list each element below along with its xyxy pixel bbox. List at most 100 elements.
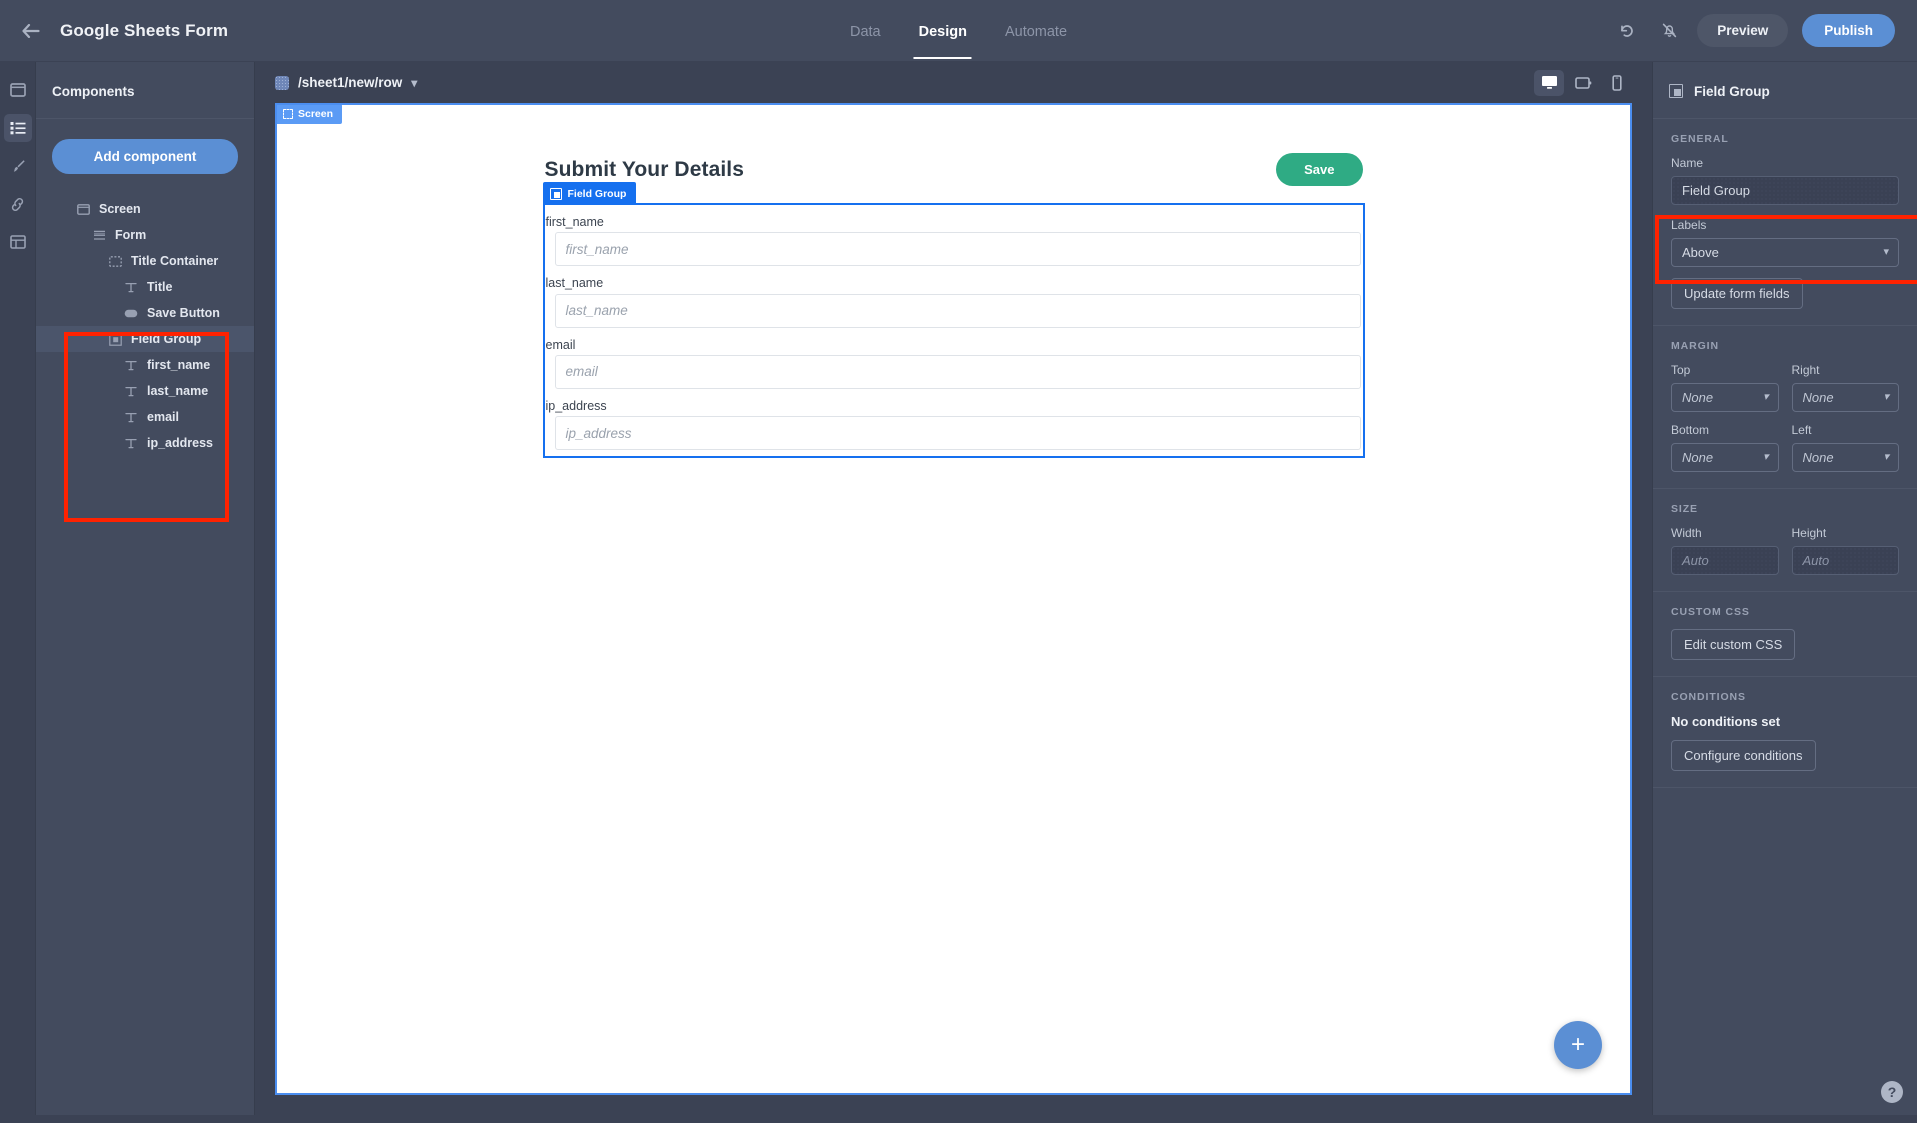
field-placeholder: ip_address xyxy=(565,425,632,441)
tree-item-field-group[interactable]: Field Group xyxy=(36,326,254,352)
email-input[interactable]: email xyxy=(554,354,1361,389)
field-label: last_name xyxy=(545,276,604,291)
tree-item-ip-address[interactable]: ip_address xyxy=(36,430,254,456)
margin-bottom-value: None xyxy=(1682,450,1714,465)
tree-item-save-button[interactable]: Save Button xyxy=(36,300,254,326)
components-panel: Components Add component Screen Form Tit… xyxy=(36,62,255,1115)
margin-right-value: None xyxy=(1802,390,1834,405)
paintbrush-icon[interactable] xyxy=(4,152,32,180)
tablet-icon[interactable] xyxy=(1568,70,1598,96)
add-floating-button[interactable]: + xyxy=(1554,1021,1602,1069)
divider xyxy=(36,118,254,119)
name-input[interactable]: Field Group xyxy=(1671,176,1899,205)
add-component-button[interactable]: Add component xyxy=(52,139,238,174)
margin-left-select[interactable]: None ▾ xyxy=(1791,443,1899,472)
margin-right-select[interactable]: None ▾ xyxy=(1791,383,1899,412)
tab-data[interactable]: Data xyxy=(848,4,883,59)
tree-item-title-container[interactable]: Title Container xyxy=(36,248,254,274)
table-icon[interactable] xyxy=(4,228,32,256)
bell-off-icon[interactable] xyxy=(1655,17,1683,45)
device-preview-group xyxy=(1534,69,1632,96)
height-group: Height Auto xyxy=(1791,526,1899,575)
field-group[interactable]: Field Group first_name first_name last_n… xyxy=(542,182,1365,458)
properties-header-title: Field Group xyxy=(1694,83,1770,99)
field-label: ip_address xyxy=(545,398,607,413)
arrow-left-icon[interactable] xyxy=(20,20,42,42)
text-icon xyxy=(124,410,138,424)
container-icon xyxy=(283,109,293,119)
labels-select[interactable]: Above ▾ xyxy=(1671,238,1899,267)
width-label: Width xyxy=(1671,526,1702,540)
mobile-icon[interactable] xyxy=(1602,70,1632,96)
update-form-fields-button[interactable]: Update form fields xyxy=(1671,278,1803,309)
canvas-viewport: Screen Submit Your Details Save Field Gr… xyxy=(255,103,1652,1115)
form-field: first_name first_name xyxy=(545,205,1363,267)
screen-selection-badge[interactable]: Screen xyxy=(277,105,343,124)
name-field-label: Name xyxy=(1671,156,1704,170)
ip-address-input[interactable]: ip_address xyxy=(554,416,1361,450)
form-component: Submit Your Details Save Field Group fir… xyxy=(542,153,1365,458)
margin-bottom-select[interactable]: None ▾ xyxy=(1671,443,1779,472)
margin-bottom-label: Bottom xyxy=(1671,423,1710,437)
save-button[interactable]: Save xyxy=(1276,153,1363,186)
margin-top-select[interactable]: None ▾ xyxy=(1671,383,1779,412)
tree-item-last-name[interactable]: last_name xyxy=(36,378,254,404)
screens-icon[interactable] xyxy=(4,76,32,104)
container-icon xyxy=(108,254,122,268)
route-selector[interactable]: /sheet1/new/row ▾ xyxy=(275,75,417,90)
button-icon xyxy=(124,306,138,320)
width-placeholder: Auto xyxy=(1682,553,1709,568)
text-icon xyxy=(124,436,138,450)
screen-canvas[interactable]: Screen Submit Your Details Save Field Gr… xyxy=(275,103,1632,1095)
tab-automate[interactable]: Automate xyxy=(1003,4,1069,59)
route-label: /sheet1/new/row xyxy=(298,75,403,90)
field-label: first_name xyxy=(545,215,604,229)
tree-item-first-name[interactable]: first_name xyxy=(36,352,254,378)
section-margin: MARGIN Top None ▾ Right None ▾ Bottom No… xyxy=(1653,326,1917,489)
width-input[interactable]: Auto xyxy=(1671,546,1779,575)
help-icon[interactable]: ? xyxy=(1881,1081,1903,1103)
section-title: MARGIN xyxy=(1671,340,1719,352)
app-title: Google Sheets Form xyxy=(60,20,229,40)
desktop-icon[interactable] xyxy=(1534,69,1564,96)
section-title: CONDITIONS xyxy=(1671,691,1746,703)
chevron-down-icon: ▾ xyxy=(1762,451,1769,463)
components-list-icon[interactable] xyxy=(3,114,32,142)
height-input[interactable]: Auto xyxy=(1791,546,1899,575)
form-icon xyxy=(92,228,106,242)
tree-item-label: email xyxy=(147,410,179,424)
field-group-icon xyxy=(108,332,122,346)
last-name-input[interactable]: last_name xyxy=(554,293,1361,328)
chevron-down-icon: ▾ xyxy=(1883,246,1889,258)
link-icon[interactable] xyxy=(4,190,32,218)
section-size: SIZE Width Auto Height Auto xyxy=(1653,489,1917,592)
field-placeholder: last_name xyxy=(565,303,628,318)
publish-button[interactable]: Publish xyxy=(1802,14,1895,47)
canvas-area: /sheet1/new/row ▾ Screen Submit Your Det… xyxy=(255,62,1652,1115)
first-name-input[interactable]: first_name xyxy=(554,232,1361,267)
configure-conditions-button[interactable]: Configure conditions xyxy=(1671,740,1816,771)
tree-item-title[interactable]: Title xyxy=(36,274,254,300)
tree-item-label: last_name xyxy=(147,384,209,398)
field-group-selection-badge[interactable]: Field Group xyxy=(542,182,637,205)
field-label: email xyxy=(545,337,576,352)
undo-icon[interactable] xyxy=(1613,17,1641,45)
form-render-area: Submit Your Details Save Field Group fir… xyxy=(277,105,1630,458)
tab-design[interactable]: Design xyxy=(913,4,973,59)
size-grid: Width Auto Height Auto xyxy=(1671,526,1899,575)
tree-item-screen[interactable]: Screen xyxy=(36,196,254,222)
screen-icon xyxy=(76,202,90,216)
tree-item-email[interactable]: email xyxy=(36,404,254,430)
tree-item-form[interactable]: Form xyxy=(36,222,254,248)
chevron-down-icon: ▾ xyxy=(1883,391,1889,403)
margin-top-group: Top None ▾ xyxy=(1671,363,1779,412)
preview-button[interactable]: Preview xyxy=(1697,14,1789,47)
top-bar-right: Preview Publish xyxy=(1613,14,1917,47)
route-chip-icon xyxy=(275,75,289,90)
labels-select-value: Above xyxy=(1682,245,1719,260)
section-title: SIZE xyxy=(1671,503,1698,515)
component-tree: Screen Form Title Container Title Save B… xyxy=(36,196,254,456)
bottom-strip xyxy=(0,1115,1917,1123)
edit-custom-css-button[interactable]: Edit custom CSS xyxy=(1671,629,1796,660)
text-icon xyxy=(124,280,138,294)
